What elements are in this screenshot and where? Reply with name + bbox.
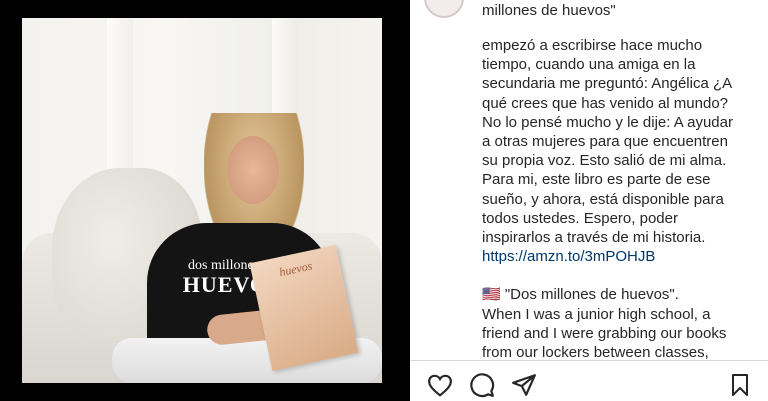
- bookmark-icon[interactable]: [726, 371, 754, 399]
- post-panel: millones de huevos" empezó a escribirse …: [410, 0, 768, 401]
- instagram-post: dos millones de HUEVOS huevos millones d…: [0, 0, 768, 401]
- caption-header-tail: millones de huevos": [482, 2, 616, 19]
- video-frame[interactable]: dos millones de HUEVOS huevos: [22, 18, 382, 383]
- action-bar: [410, 360, 768, 401]
- caption-link[interactable]: https://amzn.to/3mPOHJB: [482, 248, 655, 265]
- comment-icon[interactable]: [468, 371, 496, 399]
- book-title: huevos: [277, 258, 314, 280]
- caption-body: empezó a escribirse hace mucho tiempo, c…: [482, 36, 757, 362]
- post-media[interactable]: dos millones de HUEVOS huevos: [0, 0, 410, 400]
- woman-face: [227, 136, 279, 204]
- heart-icon[interactable]: [426, 371, 454, 399]
- avatar[interactable]: [424, 0, 464, 18]
- caption-english: "Dos millones de huevos". When I was a j…: [482, 286, 727, 362]
- flag-emoji: 🇺🇸: [482, 286, 501, 304]
- share-icon[interactable]: [510, 371, 538, 399]
- caption-spanish: empezó a escribirse hace mucho tiempo, c…: [482, 37, 733, 247]
